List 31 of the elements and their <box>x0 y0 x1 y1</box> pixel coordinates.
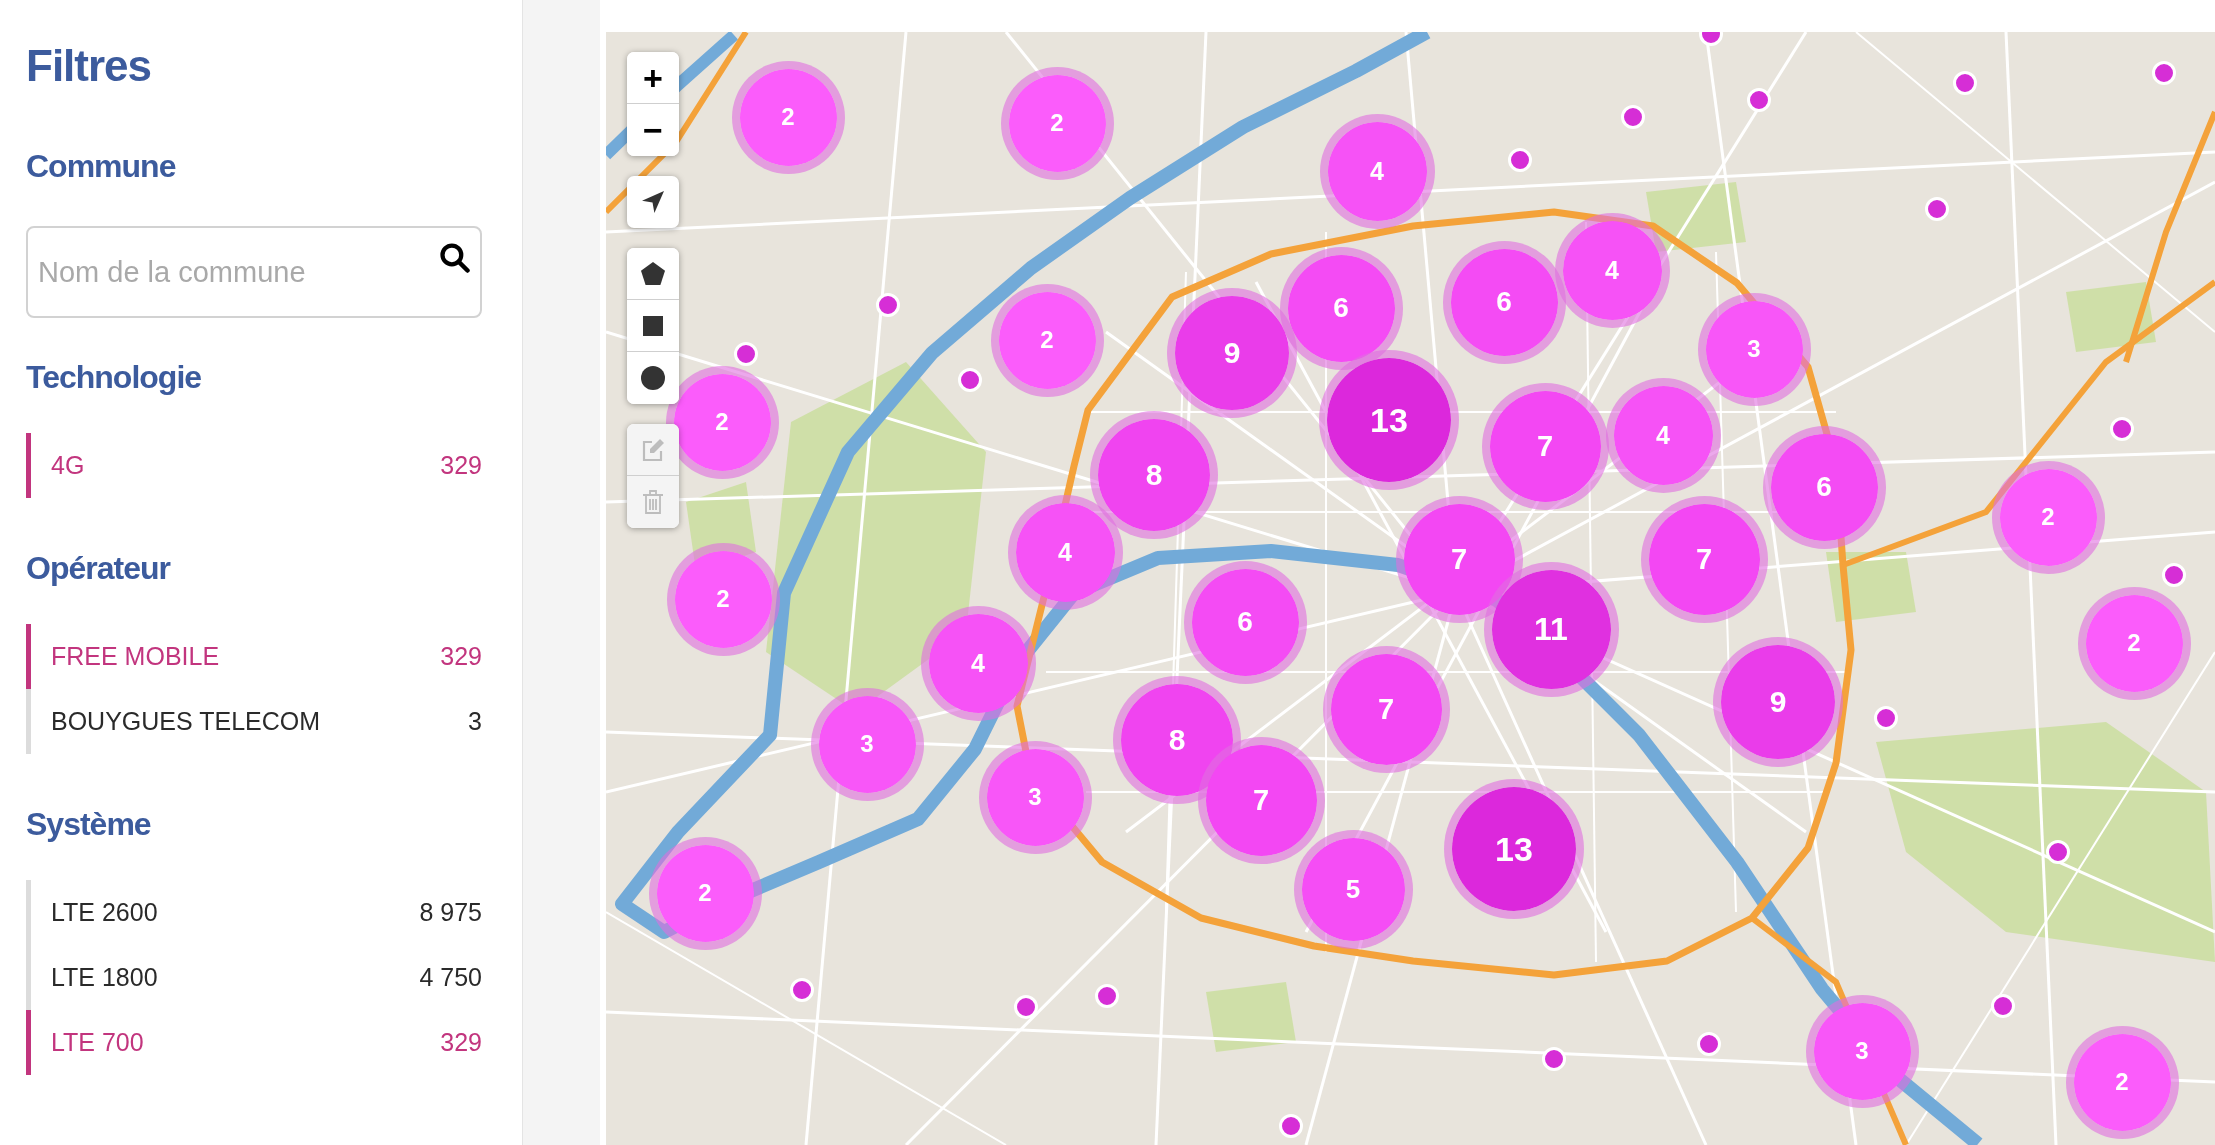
section-heading: Commune <box>26 147 177 186</box>
filter-option[interactable]: BOUYGUES TELECOM 3 <box>26 689 482 754</box>
search-icon <box>440 243 470 273</box>
sidebar-title: Filtres <box>26 40 153 92</box>
filter-option[interactable]: LTE 1800 4 750 <box>26 945 482 1010</box>
navigation-arrow-icon <box>642 191 664 213</box>
filter-option[interactable]: FREE MOBILE 329 <box>26 624 482 689</box>
item-count: 329 <box>440 640 482 672</box>
filter-option[interactable]: 4G 329 <box>26 433 482 498</box>
zoom-in-button[interactable]: + <box>627 52 679 104</box>
draw-rectangle-button[interactable] <box>627 300 679 352</box>
square-icon <box>643 315 663 336</box>
search-field[interactable]: Nom de la commune <box>26 226 482 318</box>
item-count: 4 750 <box>419 961 482 993</box>
section-heading: Système <box>26 805 152 844</box>
trash-icon <box>642 490 664 514</box>
item-count: 329 <box>440 1026 482 1058</box>
zoom-out-button[interactable]: − <box>627 104 679 156</box>
filter-option[interactable]: LTE 700 329 <box>26 1010 482 1075</box>
item-count: 329 <box>440 449 482 481</box>
item-count: 3 <box>468 705 482 737</box>
draw-circle-button[interactable] <box>627 352 679 404</box>
section-heading: Opérateur <box>26 549 172 588</box>
filter-option[interactable]: LTE 2600 8 975 <box>26 880 482 945</box>
edit-icon <box>641 437 665 462</box>
section-heading: Technologie <box>26 358 203 397</box>
draw-polygon-button[interactable] <box>627 248 679 300</box>
pentagon-icon <box>641 262 665 285</box>
locate-button[interactable] <box>627 176 679 228</box>
item-count: 8 975 <box>419 896 482 928</box>
circle-icon <box>641 366 665 390</box>
